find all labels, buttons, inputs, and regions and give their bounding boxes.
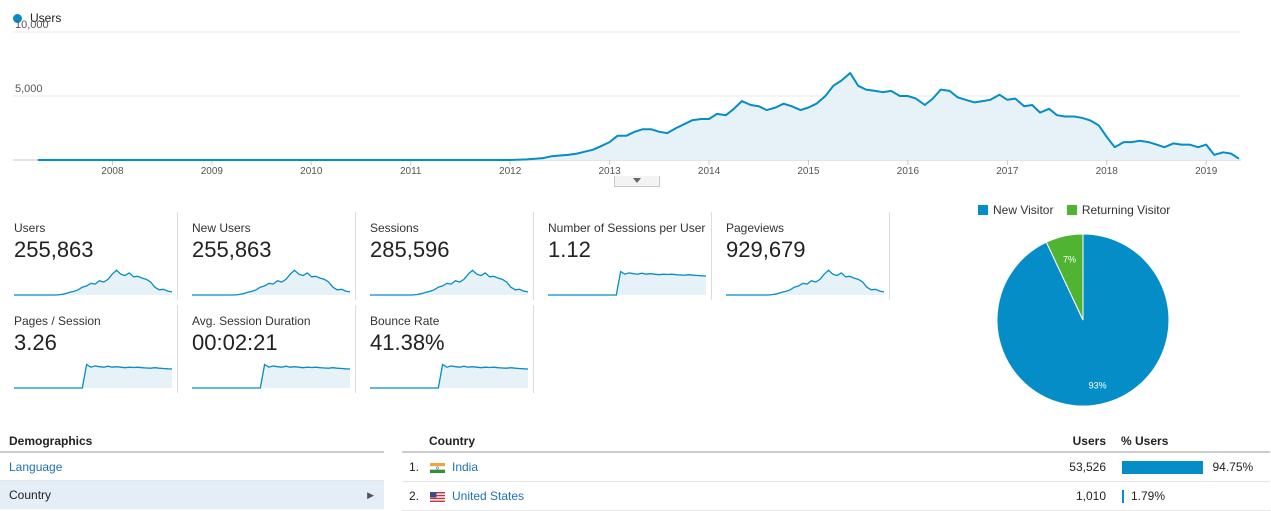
sparkline-area — [192, 270, 350, 295]
metric-tile-sessions-per-user[interactable]: Number of Sessions per User 1.12 — [534, 212, 712, 300]
metric-label: New Users — [192, 221, 251, 235]
row-rank: 2. — [409, 489, 420, 503]
metric-value: 255,863 — [14, 237, 94, 262]
y-tick-label: 10,000 — [15, 19, 49, 31]
metric-tile-avg-session-duration[interactable]: Avg. Session Duration 00:02:21 — [178, 305, 356, 393]
x-tick-label: 2017 — [996, 166, 1019, 177]
pie-slice-label: 7% — [1063, 255, 1076, 265]
metric-tile-users[interactable]: Users 255,863 — [0, 212, 178, 300]
metric-label: Bounce Rate — [370, 314, 440, 328]
demographics-item-language[interactable]: Language — [0, 453, 384, 481]
chart-collapse-toggle[interactable] — [614, 176, 660, 187]
metric-sparkline — [192, 269, 350, 296]
x-tick-label: 2015 — [797, 166, 820, 177]
x-tick-label: 2010 — [300, 166, 323, 177]
chevron-down-icon — [633, 178, 641, 183]
metric-value: 255,863 — [192, 237, 272, 262]
y-tick-label: 5,000 — [15, 83, 43, 95]
metric-label: Avg. Session Duration — [192, 314, 311, 328]
pie-legend-new-visitor[interactable]: New Visitor — [978, 203, 1053, 217]
x-tick-label: 2011 — [400, 166, 422, 177]
metric-tile-bounce-rate[interactable]: Bounce Rate 41.38% — [356, 305, 534, 393]
pie-slice-label: 93% — [1089, 381, 1107, 391]
chevron-right-icon: ▶ — [367, 490, 374, 500]
metric-tile-sessions[interactable]: Sessions 285,596 — [356, 212, 534, 300]
x-tick-label: 2014 — [698, 166, 721, 177]
metric-sparkline — [548, 270, 706, 296]
country-link[interactable]: India — [452, 453, 478, 482]
sparkline-area — [14, 270, 172, 295]
row-pct-users: 1.79% — [1131, 489, 1166, 503]
demographics-item-country[interactable]: Country ▶ — [0, 481, 384, 509]
table-row: 1. India 53,526 94.75% — [402, 453, 1270, 482]
pie-legend-swatch — [978, 205, 988, 215]
us-flag-icon — [430, 492, 445, 502]
metric-sparkline — [370, 269, 528, 296]
x-tick-label: 2008 — [101, 166, 124, 177]
sparkline-area — [370, 270, 528, 295]
row-users: 53,526 — [1069, 460, 1106, 474]
metric-tile-pages-per-session[interactable]: Pages / Session 3.26 — [0, 305, 178, 393]
metric-sparkline — [14, 363, 172, 389]
metric-sparkline — [726, 269, 884, 296]
pie-legend-swatch — [1066, 205, 1077, 215]
demographics-header: Demographics — [0, 434, 384, 453]
metric-label: Sessions — [370, 221, 419, 235]
metric-value: 1.12 — [548, 237, 591, 262]
pct-users-bar — [1122, 461, 1204, 474]
metric-tile-pageviews[interactable]: Pageviews 929,679 — [712, 212, 890, 300]
column-header-pct-users[interactable]: % Users — [1121, 434, 1168, 449]
x-tick-label: 2012 — [499, 166, 522, 177]
country-table-header: Country Users % Users — [402, 434, 1270, 453]
metric-sparkline — [370, 363, 528, 389]
metric-label: Pages / Session — [14, 314, 101, 328]
demographics-item-label: Country — [9, 488, 52, 502]
metric-sparkline — [192, 363, 350, 389]
metric-label: Users — [14, 221, 46, 235]
table-row: 2. United States 1,010 1.79% — [402, 482, 1270, 511]
column-header-country[interactable]: Country — [429, 434, 475, 449]
x-tick-label: 2016 — [897, 166, 920, 177]
users-line-chart-plot: 10,0005,0002008 2009 2010 2011 2012 2013 2014 2… — [13, 19, 1241, 177]
visitor-type-pie-chart: 93% 7% — [996, 233, 1170, 407]
metric-value: 00:02:21 — [192, 330, 278, 355]
metric-value: 3.26 — [14, 330, 57, 355]
metric-label: Number of Sessions per User — [548, 221, 706, 235]
sparkline-area — [726, 270, 884, 295]
pie-legend-returning-visitor[interactable]: Returning Visitor — [1066, 203, 1171, 217]
x-tick-label: 2018 — [1096, 166, 1119, 177]
pct-users-bar — [1122, 490, 1124, 503]
pie-legend-label: Returning Visitor — [1081, 203, 1171, 217]
pie-legend-label: New Visitor — [993, 203, 1054, 217]
metric-value: 929,679 — [726, 237, 806, 262]
metric-sparkline — [14, 269, 172, 296]
x-tick-label: 2009 — [201, 166, 224, 177]
row-rank: 1. — [409, 460, 420, 474]
metric-value: 41.38% — [370, 330, 445, 355]
row-users: 1,010 — [1075, 489, 1106, 503]
country-link[interactable]: United States — [452, 482, 524, 511]
metric-label: Pageviews — [726, 221, 785, 235]
metric-value: 285,596 — [370, 237, 450, 262]
india-flag-icon — [430, 463, 445, 473]
x-tick-label: 2019 — [1195, 166, 1218, 177]
column-header-users[interactable]: Users — [1073, 434, 1106, 449]
metric-tile-new-users[interactable]: New Users 255,863 — [178, 212, 356, 300]
row-pct-users: 94.75% — [1212, 460, 1254, 474]
demographics-item-label: Language — [9, 460, 63, 474]
pie-legend: New Visitor Returning Visitor — [978, 203, 1180, 217]
